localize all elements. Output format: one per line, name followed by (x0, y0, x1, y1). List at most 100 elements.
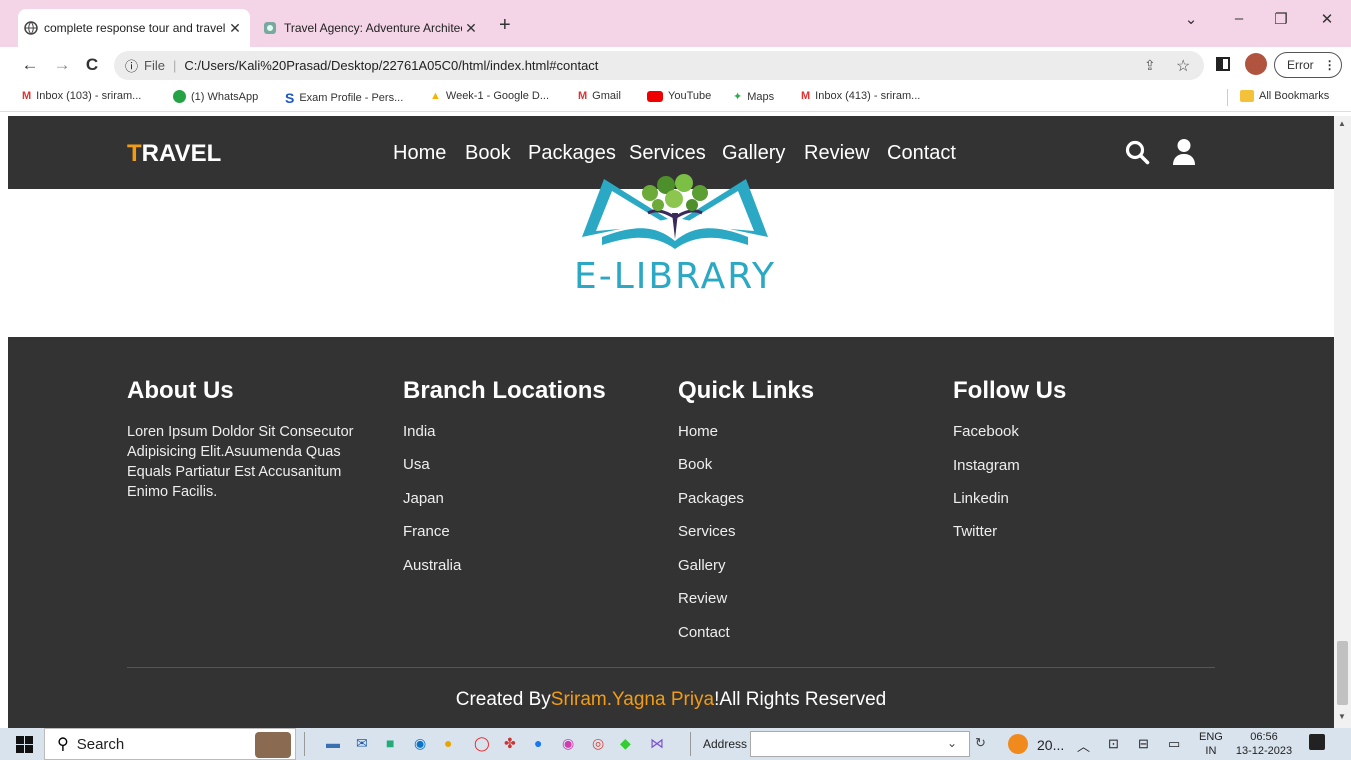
weather-text[interactable]: 20... (1037, 737, 1064, 753)
globe-icon (18, 21, 44, 35)
branch-japan[interactable]: Japan (403, 490, 444, 507)
book-tree-icon (582, 174, 768, 249)
star-icon[interactable]: ☆ (1176, 56, 1190, 76)
info-icon[interactable]: ⓘ (125, 56, 138, 75)
close-tab-icon[interactable]: ✕ (226, 20, 244, 37)
browser-toolbar: ← → C ⓘ File | C:/Users/Kali%20Prasad/De… (0, 47, 1351, 83)
bookmark-label: YouTube (668, 90, 712, 102)
app-icon[interactable]: ✤ (504, 735, 516, 752)
mail-icon[interactable]: ✉ (356, 735, 368, 752)
branch-india[interactable]: India (403, 423, 436, 440)
social-instagram[interactable]: Instagram (953, 457, 1020, 474)
app-icon[interactable]: ◆ (620, 735, 631, 752)
bookmark-item[interactable]: M Inbox (413) - sriram... (801, 90, 920, 102)
bookmark-item[interactable]: ✦ Maps (733, 90, 774, 104)
weather-icon[interactable] (1008, 734, 1028, 754)
address-bar[interactable]: ⓘ File | C:/Users/Kali%20Prasad/Desktop/… (114, 51, 1204, 80)
chrome-canary-icon[interactable]: ● (444, 735, 452, 751)
gmail-icon: M (578, 90, 588, 102)
scroll-down-arrow-icon[interactable]: ▼ (1338, 712, 1346, 721)
new-tab-icon[interactable]: + (499, 14, 511, 37)
quick-link-review[interactable]: Review (678, 590, 727, 607)
battery-icon[interactable]: ▭ (1168, 736, 1180, 752)
nav-home[interactable]: Home (393, 142, 446, 165)
quick-links-heading: Quick Links (678, 377, 815, 404)
close-window-icon[interactable]: ✕ (1310, 10, 1344, 28)
social-twitter[interactable]: Twitter (953, 523, 997, 540)
forward-arrow-icon[interactable]: → (50, 53, 74, 77)
quick-link-packages[interactable]: Packages (678, 490, 744, 507)
error-button[interactable]: Error ⋮ (1274, 52, 1342, 78)
network-icon[interactable]: ⊟ (1138, 736, 1149, 752)
address-toolbar-input[interactable]: ⌄ (750, 731, 970, 757)
bookmark-label: Inbox (413) - sriram... (815, 90, 921, 102)
back-arrow-icon[interactable]: ← (18, 53, 42, 77)
reload-icon[interactable]: C (80, 53, 104, 77)
user-icon[interactable] (1171, 138, 1197, 166)
windows-start-icon[interactable] (16, 736, 33, 753)
divider: | (172, 58, 177, 73)
nav-review[interactable]: Review (804, 142, 870, 165)
bookmark-item[interactable]: M Gmail (578, 90, 621, 102)
all-bookmarks-label: All Bookmarks (1259, 90, 1330, 102)
scroll-up-arrow-icon[interactable]: ▲ (1338, 119, 1346, 128)
opera-icon[interactable]: ◯ (474, 735, 490, 752)
search-icon[interactable] (1125, 140, 1151, 166)
taskbar-search-box[interactable]: ⚲ Search (44, 728, 296, 760)
refresh-icon[interactable]: ↻ (975, 735, 986, 751)
notification-icon[interactable] (1309, 734, 1325, 750)
bookmark-item[interactable]: YouTube (647, 90, 711, 102)
tab-inactive[interactable]: Travel Agency: Adventure Architect ✕ (256, 9, 486, 47)
avatar[interactable] (1245, 53, 1267, 75)
tab-search-chevron-icon[interactable]: ⌄ (1174, 10, 1208, 28)
restore-icon[interactable]: ❐ (1264, 10, 1298, 28)
clock-time: 06:56 (1250, 731, 1278, 743)
search-highlight-icon (255, 732, 291, 758)
credit-line: Created BySriram.Yagna Priya!All Rights … (8, 689, 1334, 711)
minimize-icon[interactable]: – (1222, 10, 1256, 27)
app-icon[interactable]: ◉ (562, 735, 574, 752)
all-bookmarks[interactable]: All Bookmarks (1240, 90, 1329, 102)
edge-icon[interactable]: ◉ (414, 735, 426, 752)
chevron-up-icon[interactable]: ︿ (1077, 736, 1090, 755)
nav-contact[interactable]: Contact (887, 142, 956, 165)
close-tab-icon[interactable]: ✕ (462, 20, 480, 37)
bookmark-item[interactable]: S Exam Profile - Pers... (285, 90, 403, 106)
drive-icon: ▲ (430, 90, 441, 102)
app-tray-icon[interactable]: ⊡ (1108, 736, 1119, 752)
visual-studio-icon[interactable]: ⋈ (650, 735, 664, 752)
bookmark-label: Week-1 - Google D... (445, 90, 550, 102)
bookmark-item[interactable]: (1) WhatsApp (173, 90, 258, 103)
file-explorer-icon[interactable]: ▬ (326, 735, 340, 751)
quick-link-home[interactable]: Home (678, 423, 718, 440)
quick-link-book[interactable]: Book (678, 456, 712, 473)
language-indicator[interactable]: ENG IN (1199, 730, 1223, 758)
side-panel-icon[interactable] (1216, 57, 1230, 71)
about-heading: About Us (127, 377, 234, 404)
quick-link-gallery[interactable]: Gallery (678, 557, 726, 574)
search-icon: ⚲ (57, 736, 69, 753)
share-icon[interactable]: ⇪ (1144, 57, 1156, 74)
quick-link-contact[interactable]: Contact (678, 624, 730, 641)
clock[interactable]: 06:56 13-12-2023 (1234, 730, 1294, 758)
chrome-icon[interactable]: ◎ (592, 735, 604, 752)
store-icon[interactable]: ■ (386, 735, 394, 751)
social-linkedin[interactable]: Linkedin (953, 490, 1009, 507)
chevron-down-icon[interactable]: ⌄ (947, 736, 957, 750)
tab-active[interactable]: complete response tour and travel ✕ (18, 9, 250, 47)
site-favicon-icon (256, 21, 284, 35)
skype-icon[interactable]: ● (534, 735, 542, 751)
logo-text: RAVEL (141, 140, 222, 167)
nav-book[interactable]: Book (465, 142, 511, 165)
branch-usa[interactable]: Usa (403, 456, 430, 473)
page-scrollbar[interactable]: ▲ ▼ (1334, 116, 1351, 728)
branch-heading: Branch Locations (403, 377, 606, 404)
branch-australia[interactable]: Australia (403, 557, 461, 574)
bookmark-item[interactable]: ▲ Week-1 - Google D... (430, 90, 549, 102)
scrollbar-thumb[interactable] (1337, 641, 1348, 705)
social-facebook[interactable]: Facebook (953, 423, 1019, 440)
quick-link-services[interactable]: Services (678, 523, 736, 540)
bookmark-item[interactable]: M Inbox (103) - sriram... (22, 90, 141, 102)
branch-france[interactable]: France (403, 523, 450, 540)
site-logo[interactable]: TRAVEL (127, 140, 221, 168)
